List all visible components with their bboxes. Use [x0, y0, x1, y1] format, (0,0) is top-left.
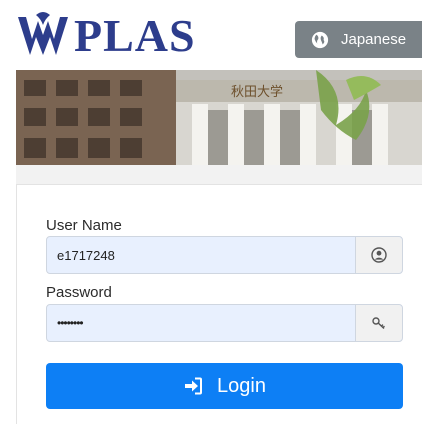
building-sign: 秋田大学 — [231, 84, 283, 100]
university-building-photo: 秋田大学 — [16, 70, 422, 165]
key-icon — [372, 317, 385, 330]
sign-in-icon — [185, 377, 203, 395]
banner-image: 秋田大学 — [16, 70, 422, 165]
login-button-label: Login — [217, 374, 266, 397]
user-icon — [371, 247, 387, 263]
header: PLAS Japanese — [0, 0, 422, 70]
username-field[interactable]: e1717248 — [46, 236, 403, 274]
password-field[interactable]: •••••••• — [46, 304, 403, 342]
university-seal-icon — [18, 12, 68, 55]
plas-logo[interactable]: PLAS — [14, 8, 196, 64]
language-button[interactable]: Japanese — [295, 21, 422, 58]
globe-icon — [311, 31, 329, 48]
password-addon — [355, 305, 402, 341]
password-input[interactable]: •••••••• — [47, 316, 355, 330]
username-input[interactable]: e1717248 — [47, 248, 355, 263]
logo-title: PLAS — [74, 10, 196, 61]
login-button[interactable]: Login — [46, 363, 403, 409]
divider-strip — [16, 165, 422, 184]
username-addon — [355, 237, 402, 273]
language-button-label: Japanese — [341, 31, 407, 48]
password-label: Password — [46, 284, 112, 301]
username-label: User Name — [46, 217, 122, 234]
